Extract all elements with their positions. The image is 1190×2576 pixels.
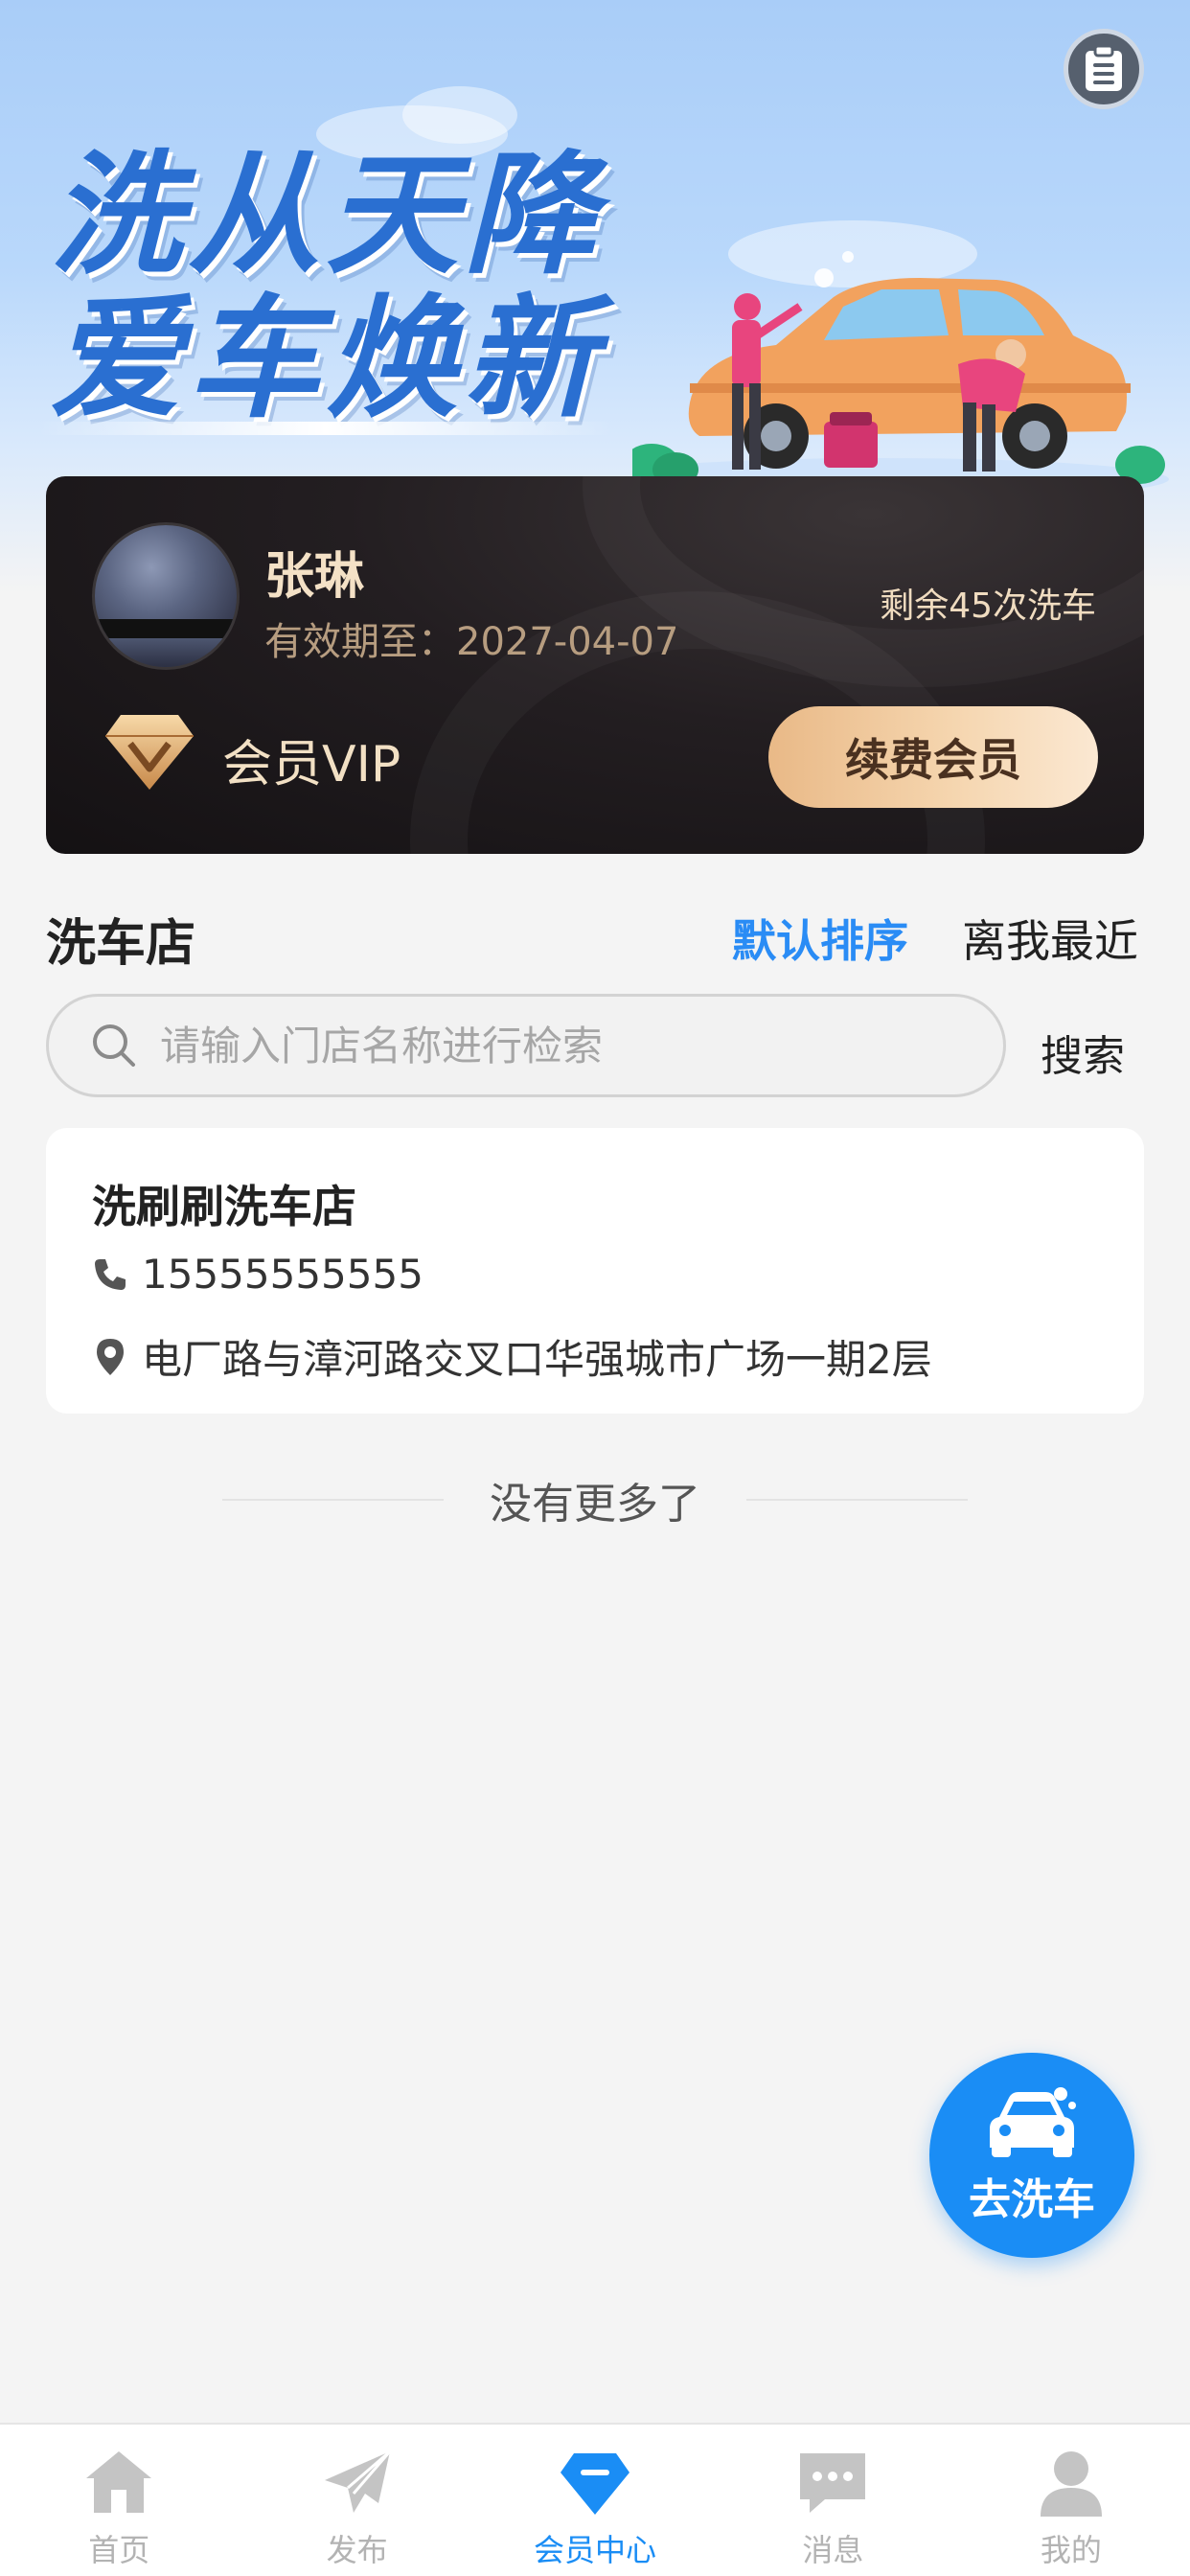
- user-icon: [1040, 2451, 1102, 2517]
- store-card[interactable]: 洗刷刷洗车店 15555555555 电厂路与漳河路交叉口华强城市广场一期2层: [46, 1128, 1144, 1414]
- hero-swoosh: [38, 422, 613, 435]
- car-wash-illustration: [632, 251, 1169, 489]
- hero-slogan: 洗从天降 爱车焕新: [50, 144, 602, 431]
- member-name: 张琳: [264, 548, 365, 606]
- bottom-tab-bar: 首页 发布 会员中心 消息 我的: [0, 2423, 1190, 2576]
- store-phone: 15555555555: [142, 1251, 423, 1298]
- message-icon: [800, 2453, 866, 2513]
- location-pin-icon: [97, 1338, 124, 1375]
- cloud-decoration: [402, 86, 517, 144]
- car-wash-icon: [990, 2087, 1076, 2157]
- clipboard-icon: [1086, 45, 1122, 91]
- tab-messages[interactable]: 消息: [714, 2425, 951, 2576]
- paper-plane-icon: [324, 2450, 391, 2513]
- tab-member-center[interactable]: 会员中心: [476, 2425, 714, 2576]
- search-input[interactable]: [160, 1022, 927, 1070]
- vip-label: 会员VIP: [222, 736, 401, 794]
- tab-home-label: 首页: [88, 2532, 150, 2568]
- store-address: 电厂路与漳河路交叉口华强城市广场一期2层: [142, 1336, 932, 1383]
- go-wash-label: 去洗车: [969, 2175, 1095, 2224]
- hero-slogan-line1: 洗从天降: [50, 138, 603, 292]
- sort-nearest-tab[interactable]: 离我最近: [962, 907, 1138, 970]
- list-end-indicator: 没有更多了: [222, 1471, 968, 1529]
- go-wash-button[interactable]: 去洗车: [929, 2053, 1134, 2258]
- list-end-text: 没有更多了: [490, 1480, 700, 1529]
- tab-member-center-label: 会员中心: [534, 2532, 657, 2568]
- home-icon: [86, 2451, 152, 2513]
- vip-diamond-icon: [105, 715, 194, 790]
- sort-default-tab[interactable]: 默认排序: [732, 907, 908, 970]
- tab-mine-label: 我的: [1040, 2532, 1102, 2568]
- tab-mine[interactable]: 我的: [952, 2425, 1190, 2576]
- tab-home[interactable]: 首页: [0, 2425, 238, 2576]
- phone-icon: [95, 1258, 126, 1290]
- store-phone-row[interactable]: 15555555555: [92, 1251, 423, 1298]
- search-icon: [93, 1024, 135, 1067]
- membership-expiry: 有效期至：2027-04-07: [264, 620, 679, 664]
- clipboard-button[interactable]: [1064, 29, 1144, 109]
- tab-publish-label: 发布: [326, 2532, 388, 2568]
- store-address-row: 电厂路与漳河路交叉口华强城市广场一期2层: [92, 1327, 932, 1386]
- tab-publish[interactable]: 发布: [238, 2425, 475, 2576]
- search-bar: [46, 994, 1006, 1097]
- remaining-washes: 剩余45次洗车: [880, 586, 1096, 626]
- search-button[interactable]: 搜索: [1041, 1022, 1125, 1083]
- diamond-icon: [561, 2453, 630, 2515]
- hero-slogan-line2: 爱车焕新: [50, 282, 603, 436]
- avatar[interactable]: [92, 522, 240, 670]
- tab-messages-label: 消息: [802, 2532, 864, 2568]
- section-title-car-wash-stores: 洗车店: [46, 915, 196, 973]
- renew-membership-button[interactable]: 续费会员: [768, 706, 1098, 808]
- member-card: 张琳 有效期至：2027-04-07 剩余45次洗车 会员VIP 续费会员: [46, 476, 1144, 854]
- divider: [222, 1499, 444, 1501]
- store-name: 洗刷刷洗车店: [92, 1181, 356, 1232]
- divider: [746, 1499, 968, 1501]
